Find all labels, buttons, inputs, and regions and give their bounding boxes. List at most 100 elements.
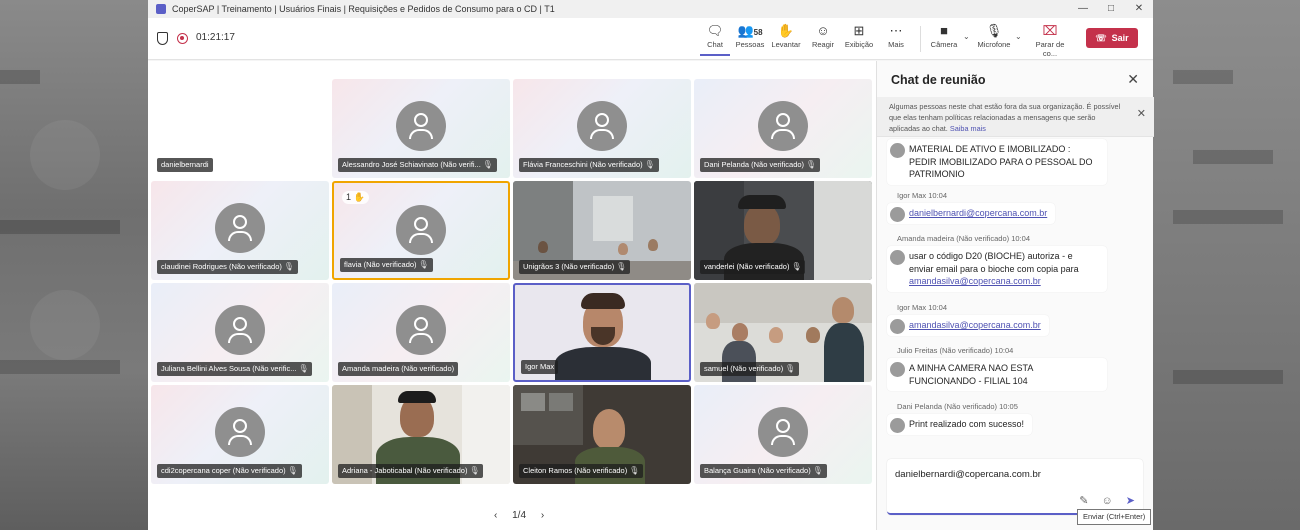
participant-name-tag: samuel (Não verificado) 🎙 [700, 362, 800, 376]
background-right [1153, 0, 1300, 530]
background-blur [1193, 150, 1273, 164]
chat-compose-box[interactable]: danielbernardi@copercana.com.br ✎ ☺ ➤ [887, 459, 1143, 515]
participant-tile[interactable]: Juliana Bellini Alves Sousa (Não verific… [151, 283, 329, 382]
microphone-label: Microfone [977, 40, 1011, 49]
email-link[interactable]: danielbernardi@copercana.com.br [909, 208, 1047, 218]
background-blur [30, 290, 100, 360]
participant-tile[interactable]: danielbernardi [151, 79, 329, 178]
participant-name: Alessandro José Schiavinato (Não verifi.… [342, 160, 481, 169]
participant-name-tag: Dani Pelanda (Não verificado) 🎙 [700, 158, 821, 172]
message-meta: Amanda madeira (Não verificado) 10:04 [897, 234, 1030, 243]
teams-meeting-window: CoperSAP | Treinamento | Usuários Finais… [148, 0, 1154, 530]
previous-page-chevron-icon[interactable]: ‹ [494, 510, 497, 521]
emoji-icon[interactable]: ☺ [1101, 495, 1112, 507]
chat-message: Igor Max 10:04 amandasilva@copercana.com… [887, 303, 1049, 336]
participant-tile[interactable]: Dani Pelanda (Não verificado) 🎙 [694, 79, 872, 178]
participant-name: danielbernardi [161, 160, 209, 169]
participant-name-tag: Igor Max [521, 360, 559, 374]
stop-sharing-label: Parar de co... [1035, 40, 1065, 58]
message-text: usar o código D20 (BIOCHE) autoriza - e … [909, 251, 1079, 274]
avatar [215, 407, 265, 457]
chat-icon: 🗨 [706, 23, 724, 38]
message-meta: Igor Max 10:04 [897, 303, 948, 312]
people-icon: 👥58 [737, 23, 763, 38]
microphone-icon: 🎙 [985, 23, 1003, 38]
shield-icon[interactable] [157, 32, 168, 45]
participant-name: Juliana Bellini Alves Sousa (Não verific… [161, 364, 297, 373]
react-button[interactable]: ☺ Reagir [808, 22, 838, 56]
participant-name: Adriana - Jaboticabal (Não verificado) [342, 466, 468, 475]
mic-muted-icon: 🎙 [283, 262, 294, 271]
background-blur [0, 220, 120, 234]
meeting-chat-panel: Chat de reunião ✕ Algumas pessoas neste … [876, 61, 1154, 530]
email-link[interactable]: amandasilva@copercana.com.br [909, 276, 1041, 286]
chat-button-label: Chat [707, 40, 723, 49]
participant-name: Unigrãos 3 (Não verificado) [523, 262, 615, 271]
minimize-icon[interactable]: — [1069, 0, 1097, 18]
recording-icon [177, 33, 188, 44]
participant-tile[interactable]: Alessandro José Schiavinato (Não verifi.… [332, 79, 510, 178]
participant-tile[interactable]: claudinei Rodrigues (Não verificado) 🎙 [151, 181, 329, 280]
participant-tile[interactable]: Balança Guaira (Não verificado) 🎙 [694, 385, 872, 484]
avatar [396, 305, 446, 355]
avatar [890, 250, 905, 265]
send-icon[interactable]: ➤ [1126, 495, 1135, 507]
background-blur [1173, 210, 1283, 224]
avatar [758, 407, 808, 457]
meeting-toolbar: 01:21:17 🗨 Chat 👥58 Pessoas ✋ Levantar ☺… [148, 18, 1153, 60]
participant-tile[interactable]: Unigrãos 3 (Não verificado) 🎙 [513, 181, 691, 280]
participant-tile[interactable]: cdi2copercana coper (Não verificado) 🎙 [151, 385, 329, 484]
video-grid: danielbernardi Alessandro José Schiavina… [148, 61, 876, 530]
close-chat-icon[interactable]: ✕ [1127, 71, 1139, 88]
participant-tile[interactable]: Flávia Franceschini (Não verificado) 🎙 [513, 79, 691, 178]
dismiss-banner-icon[interactable]: ✕ [1137, 109, 1146, 120]
format-icon[interactable]: ✎ [1079, 495, 1088, 507]
people-button[interactable]: 👥58 Pessoas [734, 22, 766, 56]
raise-hand-icon: ✋ [777, 23, 795, 38]
mic-muted-icon: 🎙 [616, 262, 627, 271]
background-blur [1173, 370, 1283, 384]
avatar [215, 203, 265, 253]
chat-message: MATERIAL DE ATIVO E IMOBILIZADO : PEDIR … [887, 139, 1107, 185]
react-icon: ☺ [816, 23, 830, 38]
compose-input[interactable]: danielbernardi@copercana.com.br [895, 469, 1041, 480]
learn-more-link[interactable]: Saiba mais [950, 124, 986, 133]
participant-tile-active-speaker[interactable]: Igor Max [513, 283, 691, 382]
more-button[interactable]: ⋯ Mais [882, 22, 910, 56]
maximize-icon[interactable]: □ [1097, 0, 1125, 18]
message-bubble: danielbernardi@copercana.com.br [887, 203, 1056, 224]
microphone-button[interactable]: 🎙 Microfone [976, 22, 1012, 56]
participant-tile[interactable]: samuel (Não verificado) 🎙 [694, 283, 872, 382]
raise-hand-button[interactable]: ✋ Levantar [770, 22, 802, 56]
camera-options-chevron-icon[interactable]: ⌄ [963, 32, 970, 41]
participant-tile[interactable]: 1 ✋ flavia (Não verificado) 🎙 [332, 181, 510, 280]
participant-tile[interactable]: Cleiton Ramos (Não verificado) 🎙 [513, 385, 691, 484]
external-org-banner: Algumas pessoas neste chat estão fora da… [877, 97, 1154, 137]
participant-name-tag: claudinei Rodrigues (Não verificado) 🎙 [157, 260, 298, 274]
background-blur [0, 70, 40, 84]
participant-name-tag: cdi2copercana coper (Não verificado) 🎙 [157, 464, 302, 478]
background-blur [1173, 70, 1233, 84]
chat-button[interactable]: 🗨 Chat [700, 22, 730, 56]
message-meta: Julio Freitas (Não verificado) 10:04 [897, 346, 1014, 355]
raised-hand-badge: 1 ✋ [342, 191, 369, 204]
leave-button[interactable]: ☏ Sair [1086, 28, 1138, 48]
close-window-icon[interactable]: ✕ [1125, 0, 1153, 18]
avatar [890, 319, 905, 334]
avatar [890, 143, 905, 158]
mic-muted-icon: 🎙 [812, 466, 823, 475]
participant-tile[interactable]: Adriana - Jaboticabal (Não verificado) 🎙 [332, 385, 510, 484]
email-link[interactable]: amandasilva@copercana.com.br [909, 320, 1041, 330]
camera-button[interactable]: ■ Câmera [928, 22, 960, 56]
message-bubble: amandasilva@copercana.com.br [887, 315, 1049, 336]
view-button[interactable]: ⊞ Exibição [843, 22, 875, 56]
next-page-chevron-icon[interactable]: › [541, 510, 544, 521]
avatar [890, 207, 905, 222]
participant-tile[interactable]: Amanda madeira (Não verificado) [332, 283, 510, 382]
stop-sharing-button[interactable]: ⌧ Parar de co... [1028, 22, 1072, 58]
window-controls: — □ ✕ [1069, 0, 1153, 18]
participant-name-tag: Balança Guaira (Não verificado) 🎙 [700, 464, 827, 478]
participant-tile[interactable]: vanderlei (Não verificado) 🎙 [694, 181, 872, 280]
microphone-options-chevron-icon[interactable]: ⌄ [1015, 32, 1022, 41]
mic-muted-icon: 🎙 [644, 160, 655, 169]
